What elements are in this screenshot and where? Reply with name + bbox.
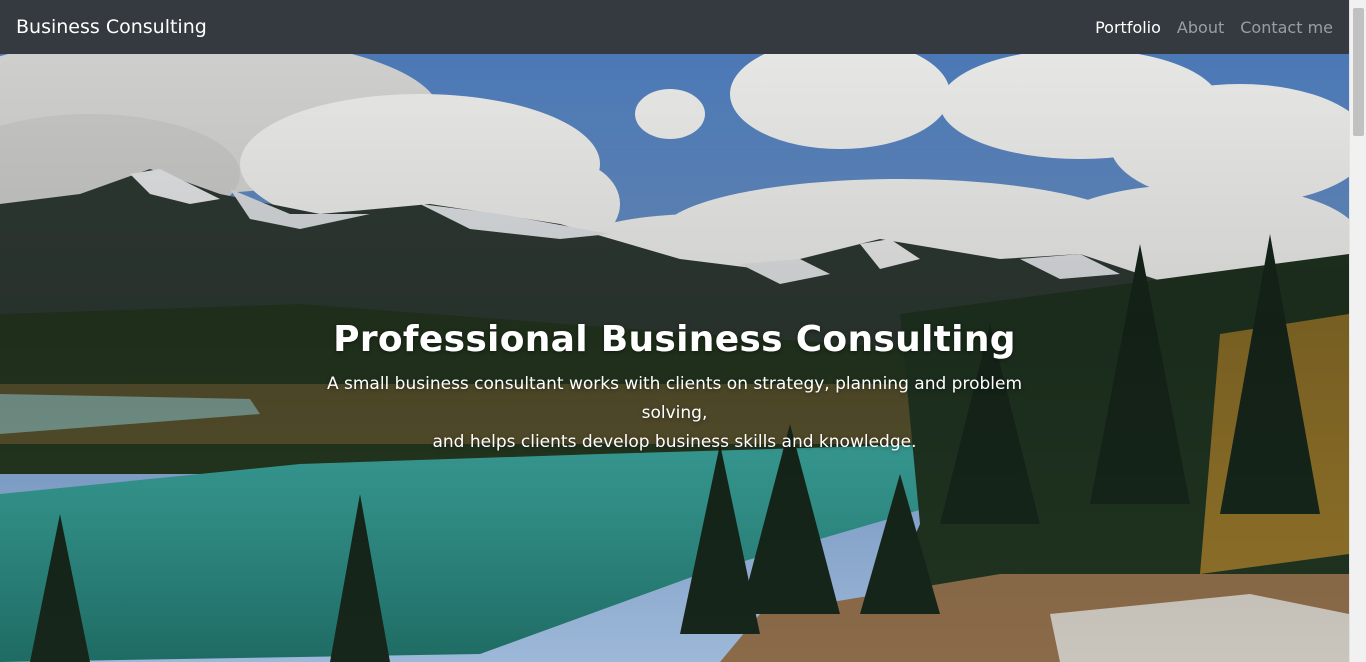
nav-link-about[interactable]: About <box>1177 18 1224 37</box>
hero-subtitle-line-2: and helps clients develop business skill… <box>432 432 917 452</box>
hero-text: Professional Business Consulting A small… <box>0 316 1349 457</box>
nav-link-contact[interactable]: Contact me <box>1240 18 1333 37</box>
hero-section: Professional Business Consulting A small… <box>0 54 1349 662</box>
brand-link[interactable]: Business Consulting <box>16 16 207 38</box>
nav-link-portfolio[interactable]: Portfolio <box>1095 18 1161 37</box>
hero-title: Professional Business Consulting <box>333 319 1016 360</box>
top-navbar: Business Consulting Portfolio About Cont… <box>0 0 1349 54</box>
vertical-scrollbar[interactable] <box>1349 0 1366 662</box>
hero-subtitle-line-1: A small business consultant works with c… <box>326 374 1023 423</box>
nav-links: Portfolio About Contact me <box>1095 18 1333 37</box>
hero-subtitle: A small business consultant works with c… <box>295 370 1055 457</box>
scrollbar-thumb[interactable] <box>1353 8 1364 136</box>
